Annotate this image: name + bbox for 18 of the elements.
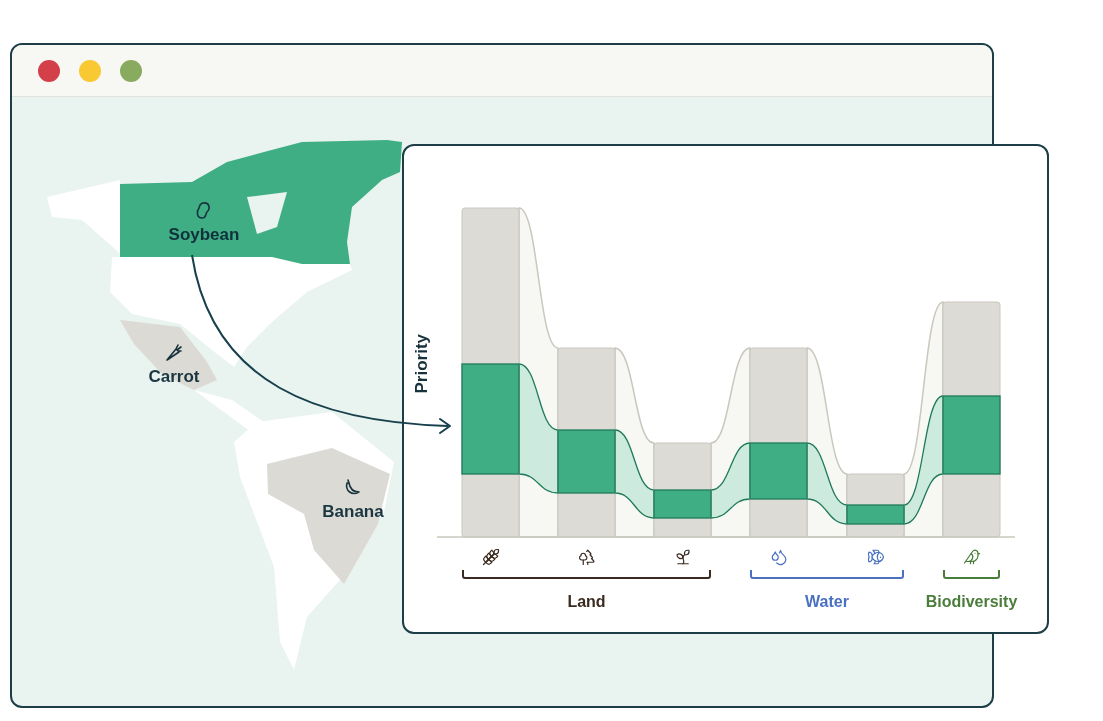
- carrot-icon: [163, 342, 185, 364]
- group-label: Land: [566, 592, 607, 612]
- wheat-icon: [481, 548, 500, 566]
- y-axis-label: Priority: [411, 334, 432, 394]
- group-label: Water: [804, 592, 850, 612]
- group-label: Biodiversity: [924, 592, 1019, 612]
- highlight-bar: [846, 504, 905, 525]
- crop-label: Soybean: [168, 224, 240, 246]
- highlight-bar: [749, 442, 808, 500]
- droplets-icon: [769, 548, 788, 566]
- trees-icon: [577, 548, 596, 566]
- bird-icon: [962, 548, 981, 566]
- sprout-icon: [673, 548, 692, 566]
- crop-label: Banana: [322, 501, 384, 523]
- highlight-bar: [557, 429, 616, 494]
- fish-icon: [866, 548, 885, 566]
- crop-label: Carrot: [148, 366, 200, 388]
- highlight-bar: [653, 489, 712, 519]
